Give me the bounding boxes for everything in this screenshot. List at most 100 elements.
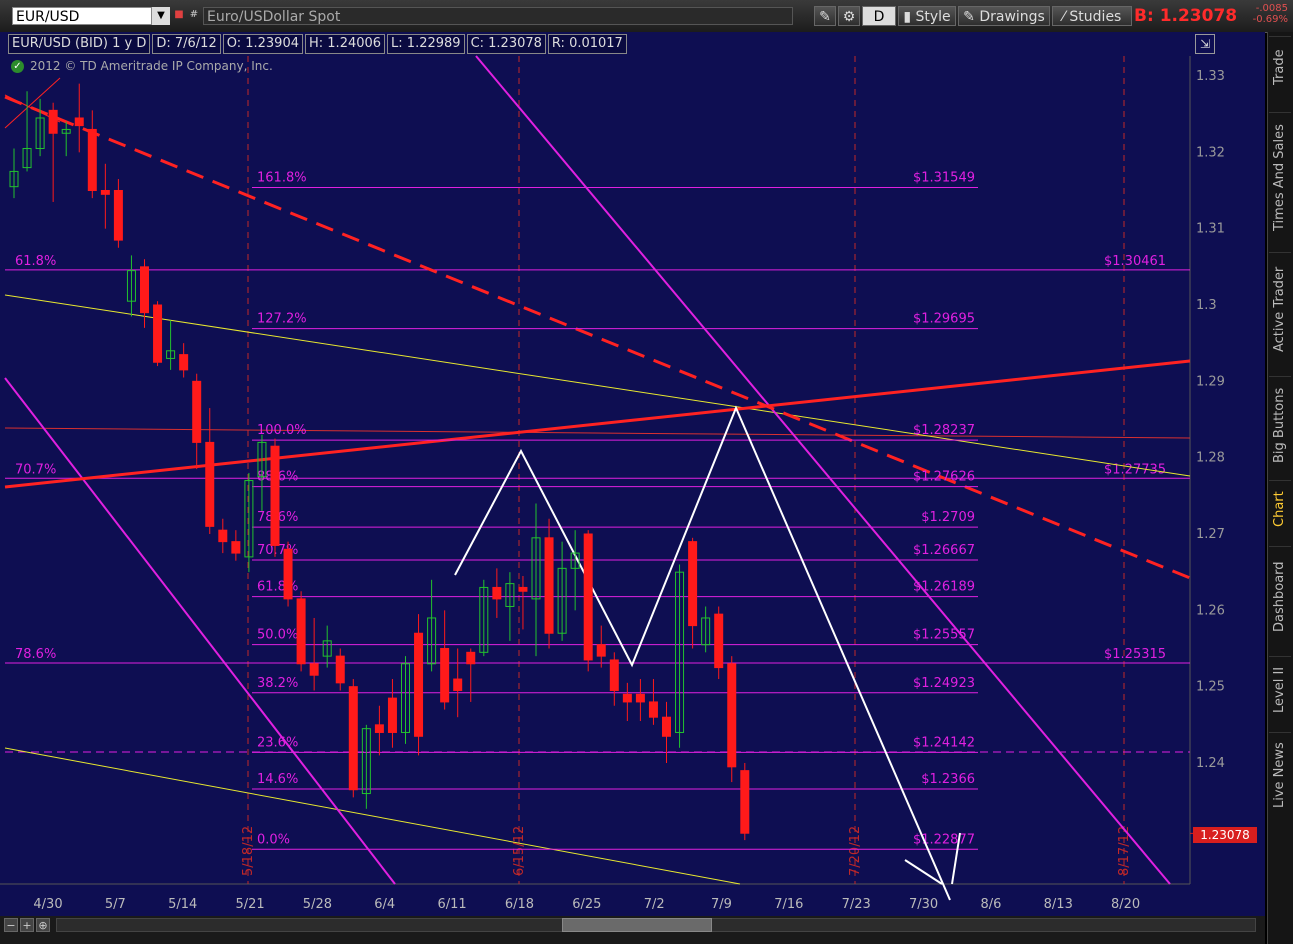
tab-big-buttons[interactable]: Big Buttons (1269, 376, 1291, 473)
event-marker-label: 5/18/12 (241, 826, 256, 876)
candle-body (74, 117, 84, 127)
price-chart[interactable]: 1.33 1.32 1.31 1.3 1.29 1.28 1.27 1.26 1.25 1.24 4… (0, 0, 1265, 916)
symbol-period[interactable]: EUR/USD (BID) 1 y D (8, 34, 151, 54)
candle-body (309, 663, 319, 676)
x-tick-label: 7/2 (644, 897, 665, 912)
tab-trade[interactable]: Trade (1269, 36, 1291, 97)
magenta-channel-line (475, 55, 1171, 885)
zoom-in-icon[interactable]: + (20, 918, 34, 932)
fib-level-label: 0.0% (257, 832, 290, 847)
candle-body (231, 541, 241, 554)
x-tick-label: 8/6 (980, 897, 1001, 912)
red-dashed-trendline (4, 95, 1191, 580)
y-tick-label: 1.29 (1196, 374, 1225, 389)
candle-body (714, 613, 724, 669)
candle-body (179, 354, 189, 371)
yellow-trendline (4, 747, 741, 885)
candle-body (140, 266, 149, 314)
event-marker-label: 8/17/12 (1117, 826, 1132, 876)
x-tick-label: 6/4 (374, 897, 395, 912)
fib-level-price: $1.28237 (913, 423, 975, 438)
fib-long-label: 78.6% (15, 647, 56, 662)
fib-level-price: $1.26667 (913, 543, 975, 558)
tab-dashboard[interactable]: Dashboard (1269, 546, 1291, 647)
fib-long-price: $1.25315 (1104, 647, 1166, 662)
fib-level-label: 14.6% (257, 772, 298, 787)
y-tick-label: 1.31 (1196, 222, 1225, 237)
candle-body (153, 304, 163, 363)
fib-level-price: $1.24142 (913, 735, 975, 750)
candle-body (596, 644, 606, 657)
tab-live-news[interactable]: Live News (1269, 732, 1291, 817)
fib-long-label: 61.8% (15, 254, 56, 269)
info-row: EUR/USD (BID) 1 y D D: 7/6/12 O: 1.23904… (8, 34, 629, 54)
candle-body (113, 190, 123, 241)
x-tick-label: 8/20 (1111, 897, 1140, 912)
fib-level-price: $1.26189 (913, 580, 975, 595)
candle-body (440, 648, 450, 703)
candle-body (387, 697, 397, 733)
candle-body (453, 678, 463, 691)
candle-body (662, 716, 671, 737)
x-tick-label: 4/30 (33, 897, 62, 912)
x-tick-label: 5/7 (105, 897, 126, 912)
zoom-fit-icon[interactable]: ⊕ (36, 918, 50, 932)
candle-body (583, 533, 593, 661)
fib-level-label: 23.6% (257, 735, 298, 750)
candle-body (414, 632, 424, 737)
fib-level-label: 100.0% (257, 423, 307, 438)
y-tick-label: 1.32 (1196, 145, 1225, 160)
candle-body (192, 380, 202, 443)
x-tick-label: 7/9 (711, 897, 732, 912)
x-tick-label: 7/23 (842, 897, 871, 912)
candle-body (740, 770, 750, 834)
fib-level-price: $1.29695 (913, 312, 975, 327)
tab-chart[interactable]: Chart (1269, 480, 1291, 537)
collapse-icon[interactable]: ⇲ (1195, 34, 1215, 54)
x-tick-label: 7/16 (774, 897, 803, 912)
candle-body (609, 659, 619, 691)
tab-times-and-sales[interactable]: Times And Sales (1269, 112, 1291, 243)
candle-body (374, 724, 384, 733)
high-readout: H: 1.24006 (305, 34, 386, 54)
candle-body (48, 109, 58, 134)
y-tick-label: 1.33 (1196, 69, 1225, 84)
candle-body (688, 541, 698, 627)
red-trendline (4, 359, 1191, 489)
event-marker-label: 6/15/12 (512, 826, 527, 876)
candle-body (100, 190, 110, 195)
candle-body (727, 663, 737, 768)
x-tick-label: 5/28 (303, 897, 332, 912)
fib-level-label: 127.2% (257, 312, 307, 327)
x-tick-label: 5/21 (235, 897, 264, 912)
x-tick-label: 8/13 (1044, 897, 1073, 912)
y-tick-label: 1.27 (1196, 527, 1225, 542)
fib-level-label: 50.0% (257, 628, 298, 643)
fib-long-price: $1.30461 (1104, 254, 1166, 269)
zoom-out-icon[interactable]: − (4, 918, 18, 932)
tab-active-trader[interactable]: Active Trader (1269, 252, 1291, 365)
resistance-line (4, 427, 1191, 439)
scrollbar-thumb[interactable] (562, 918, 712, 932)
fib-long-label: 70.7% (15, 462, 56, 477)
fib-level-label: 161.8% (257, 170, 307, 185)
magenta-channel-line (4, 377, 396, 885)
y-tick-label: 1.26 (1196, 603, 1225, 618)
fib-level-price: $1.2709 (921, 510, 975, 525)
event-marker-label: 7/20/12 (848, 826, 863, 876)
fib-level-price: $1.2366 (921, 772, 975, 787)
candle-body (544, 537, 554, 634)
range-readout: R: 0.01017 (547, 34, 627, 54)
x-tick-label: 6/18 (505, 897, 534, 912)
x-tick-label: 7/30 (909, 897, 938, 912)
yellow-trendline (4, 294, 1191, 477)
candle-body (335, 655, 345, 684)
fib-level-label: 38.2% (257, 676, 298, 691)
fib-level-price: $1.25557 (913, 628, 975, 643)
tab-level-ii[interactable]: Level II (1269, 656, 1291, 723)
candle-body (622, 693, 632, 703)
last-price-tag: 1.23078 (1193, 827, 1257, 843)
x-tick-label: 5/14 (168, 897, 197, 912)
candle-body (218, 529, 228, 543)
date-readout: D: 7/6/12 (152, 34, 221, 54)
